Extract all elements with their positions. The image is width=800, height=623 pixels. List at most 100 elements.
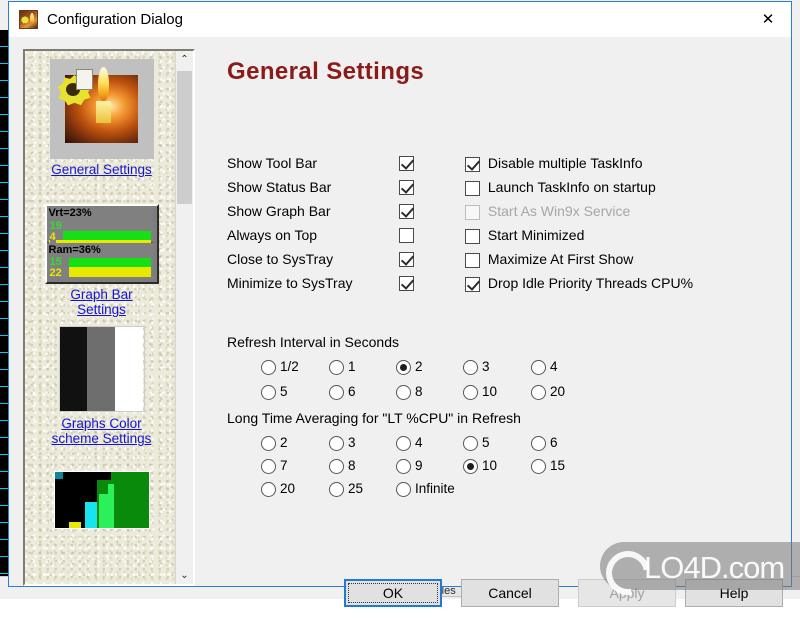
label-show-tool-bar: Show Tool Bar <box>227 155 318 171</box>
label-always-on-top: Always on Top <box>227 227 318 243</box>
avg-radio-4[interactable]: 4 <box>396 435 423 451</box>
apply-button: Apply <box>578 579 676 607</box>
radio-avg-7[interactable] <box>261 458 276 474</box>
refresh-radio-10[interactable]: 10 <box>463 384 497 400</box>
radio-refresh-5[interactable] <box>261 384 276 400</box>
radio-avg-4[interactable] <box>396 435 411 451</box>
checkbox-disable-multiple-taskinfo[interactable] <box>465 156 480 172</box>
avg-radio-15[interactable]: 15 <box>531 458 565 474</box>
radio-refresh-6[interactable] <box>329 384 344 400</box>
refresh-interval-group-title: Refresh Interval in Seconds <box>227 334 399 350</box>
label-maximize-at-first-show: Maximize At First Show <box>487 251 634 267</box>
sidebar-item-label-color-1[interactable]: Graphs Color <box>25 416 178 431</box>
label-avg-3: 3 <box>348 435 356 450</box>
refresh-radio-5[interactable]: 5 <box>261 384 288 400</box>
focus-outline <box>348 583 438 603</box>
radio-refresh-2[interactable] <box>396 359 411 375</box>
label-avg-4: 4 <box>415 435 423 450</box>
label-start-minimized: Start Minimized <box>487 227 585 243</box>
label-avg-8: 8 <box>348 458 356 473</box>
checkbox-launch-taskinfo-on-startup[interactable] <box>465 180 480 196</box>
refresh-radio-2[interactable]: 2 <box>396 359 423 375</box>
refresh-radio-6[interactable]: 6 <box>329 384 356 400</box>
radio-avg-20[interactable] <box>261 481 276 497</box>
refresh-radio-20[interactable]: 20 <box>531 384 565 400</box>
refresh-radio-half[interactable]: 1/2 <box>261 359 299 375</box>
label-avg-10: 10 <box>482 458 498 473</box>
checkbox-maximize-at-first-show[interactable] <box>465 252 480 268</box>
radio-refresh-8[interactable] <box>396 384 411 400</box>
radio-avg-15[interactable] <box>531 458 546 474</box>
radio-avg-infinite[interactable] <box>396 481 411 497</box>
help-button[interactable]: Help <box>685 579 783 607</box>
sidebar-items-list: General Settings Vrt=23% 19 4 Ram=36% 15 <box>25 51 178 584</box>
graph-bar-icon: Vrt=23% 19 4 Ram=36% 15 22 <box>44 204 159 284</box>
radio-avg-3[interactable] <box>329 435 344 451</box>
avg-radio-7[interactable]: 7 <box>261 458 288 474</box>
radio-refresh-20[interactable] <box>531 384 546 400</box>
sidebar-item-label-color-2[interactable]: scheme Settings <box>25 431 178 446</box>
label-close-to-systray: Close to SysTray <box>227 251 334 267</box>
close-icon[interactable]: ✕ <box>745 2 791 36</box>
radio-refresh-10[interactable] <box>463 384 478 400</box>
checkbox-drop-idle-priority-threads[interactable] <box>465 276 480 292</box>
radio-avg-25[interactable] <box>329 481 344 497</box>
sidebar-item-label-graphbar-2[interactable]: Settings <box>25 302 178 317</box>
avg-radio-2[interactable]: 2 <box>261 435 288 451</box>
scroll-up-icon[interactable]: ⌃ <box>176 51 193 68</box>
radio-refresh-1[interactable] <box>329 359 344 375</box>
checkbox-row-show-status-bar: Show Status Bar <box>227 179 331 195</box>
radio-avg-8[interactable] <box>329 458 344 474</box>
avg-radio-8[interactable]: 8 <box>329 458 356 474</box>
radio-refresh-3[interactable] <box>463 359 478 375</box>
checkbox-start-minimized[interactable] <box>465 228 480 244</box>
checkbox-minimize-to-systray[interactable] <box>399 276 414 291</box>
radio-refresh-4[interactable] <box>531 359 546 375</box>
cancel-button[interactable]: Cancel <box>461 579 559 607</box>
label-refresh-3: 3 <box>482 359 490 374</box>
refresh-radio-1[interactable]: 1 <box>329 359 356 375</box>
label-refresh-20: 20 <box>550 384 566 399</box>
avg-radio-infinite[interactable]: Infinite <box>396 481 455 497</box>
avg-radio-10[interactable]: 10 <box>463 458 497 474</box>
label-drop-idle-priority-threads: Drop Idle Priority Threads CPU% <box>487 275 694 291</box>
radio-refresh-half[interactable] <box>261 359 276 375</box>
label-avg-infinite: Infinite <box>415 481 455 496</box>
checkbox-show-status-bar[interactable] <box>399 180 414 195</box>
avg-radio-25[interactable]: 25 <box>329 481 363 497</box>
sidebar-item-general-settings[interactable]: General Settings <box>25 59 178 177</box>
radio-avg-6[interactable] <box>531 435 546 451</box>
ok-button[interactable]: OK <box>344 579 442 607</box>
radio-avg-2[interactable] <box>261 435 276 451</box>
label-show-graph-bar: Show Graph Bar <box>227 203 331 219</box>
checkbox-show-graph-bar[interactable] <box>399 204 414 219</box>
sidebar-item-label-general[interactable]: General Settings <box>25 162 178 177</box>
sidebar-item-label-graphbar-1[interactable]: Graph Bar <box>25 287 178 302</box>
checkbox-show-tool-bar[interactable] <box>399 156 414 171</box>
sidebar-scrollbar[interactable]: ⌃ ⌄ <box>175 51 193 584</box>
sidebar-item-green-graph[interactable] <box>25 471 178 529</box>
avg-radio-9[interactable]: 9 <box>396 458 423 474</box>
radio-avg-10[interactable] <box>463 458 478 474</box>
refresh-radio-4[interactable]: 4 <box>531 359 558 375</box>
sidebar-item-graph-bar-settings[interactable]: Vrt=23% 19 4 Ram=36% 15 22 Graph Bar Set… <box>25 204 178 317</box>
checkbox-row-disable-multiple-taskinfo: Disable multiple TaskInfo <box>465 155 643 172</box>
refresh-radio-3[interactable]: 3 <box>463 359 490 375</box>
configuration-dialog: Configuration Dialog ✕ General Settings <box>8 1 792 607</box>
checkbox-start-as-win9x-service <box>465 204 480 220</box>
radio-avg-9[interactable] <box>396 458 411 474</box>
label-avg-5: 5 <box>482 435 490 450</box>
avg-radio-3[interactable]: 3 <box>329 435 356 451</box>
scrollbar-thumb[interactable] <box>177 71 192 204</box>
checkbox-row-drop-idle-priority-threads: Drop Idle Priority Threads CPU% <box>465 275 693 292</box>
avg-radio-20[interactable]: 20 <box>261 481 295 497</box>
sidebar-item-graphs-color-scheme[interactable]: Graphs Color scheme Settings <box>25 326 178 446</box>
avg-radio-6[interactable]: 6 <box>531 435 558 451</box>
checkbox-row-close-to-systray: Close to SysTray <box>227 251 333 267</box>
radio-avg-5[interactable] <box>463 435 478 451</box>
checkbox-close-to-systray[interactable] <box>399 252 414 267</box>
checkbox-always-on-top[interactable] <box>399 228 414 243</box>
avg-radio-5[interactable]: 5 <box>463 435 490 451</box>
label-refresh-1: 1 <box>348 359 356 374</box>
refresh-radio-8[interactable]: 8 <box>396 384 423 400</box>
